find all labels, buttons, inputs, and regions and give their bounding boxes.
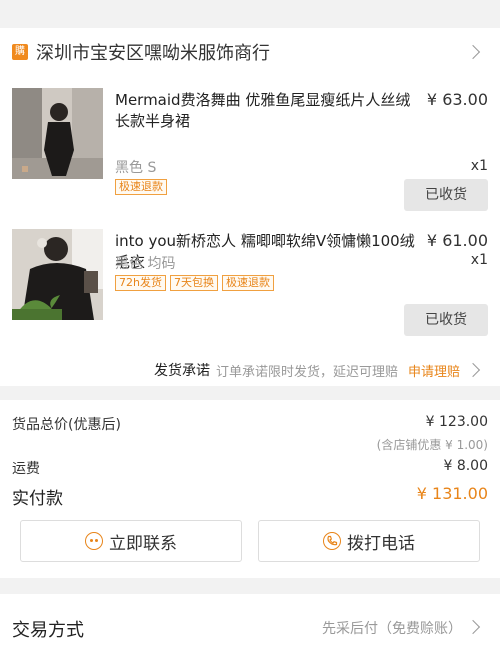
- claim-link[interactable]: 申请理赔: [408, 361, 460, 380]
- item-spec: 黑色 均码: [115, 256, 176, 272]
- payment-summary-card: 货品总价(优惠后) ¥ 123.00 (含店铺优惠 ¥ 1.00) 运费 ¥ 8…: [0, 400, 500, 578]
- item-quantity: x1: [470, 158, 488, 174]
- chevron-right-icon[interactable]: [465, 362, 481, 378]
- tag-badge: 7天包换: [169, 275, 218, 291]
- trade-method-label: 交易方式: [12, 620, 84, 641]
- item-spec: 黑色 S: [115, 160, 157, 176]
- shop-name[interactable]: 深圳市宝安区嘿呦米服饰商行: [36, 39, 270, 65]
- shipping-label: 运费: [12, 461, 40, 477]
- item-price: ¥ 61.00: [426, 231, 488, 250]
- contact-button[interactable]: 立即联系: [20, 520, 242, 562]
- shipping-value: ¥ 8.00: [443, 458, 488, 474]
- received-status-button[interactable]: 已收货: [404, 304, 488, 336]
- goods-total-value: ¥ 123.00: [425, 414, 488, 430]
- goods-total-label: 货品总价(优惠后): [12, 417, 121, 433]
- shop-header[interactable]: 購 深圳市宝安区嘿呦米服饰商行: [0, 28, 500, 76]
- chevron-right-icon[interactable]: [465, 619, 481, 635]
- paid-row: 实付款 ¥ 131.00: [12, 484, 488, 509]
- product-image[interactable]: [12, 88, 103, 179]
- tag-badge: 72h发货: [115, 275, 166, 291]
- call-button[interactable]: 拨打电话: [258, 520, 480, 562]
- phone-icon: [323, 532, 341, 550]
- goods-total-row: 货品总价(优惠后) ¥ 123.00: [12, 414, 488, 434]
- chat-icon: [85, 532, 103, 550]
- paid-value: ¥ 131.00: [416, 484, 488, 503]
- promise-text: 订单承诺限时发货，延迟可理赔: [215, 364, 398, 380]
- item-tags: 72h发货 7天包换 极速退款: [115, 275, 274, 291]
- item-tags: 极速退款: [115, 179, 167, 195]
- trade-method-value: 先采后付（免费赊账）: [322, 621, 462, 637]
- call-label: 拨打电话: [347, 533, 415, 554]
- item-quantity: x1: [470, 252, 488, 268]
- shop-order-card: 購 深圳市宝安区嘿呦米服饰商行 Mermaid费洛舞曲 优雅鱼尾显瘦纸片人丝绒长…: [0, 28, 500, 386]
- shipping-row: 运费 ¥ 8.00: [12, 458, 488, 478]
- item-title[interactable]: Mermaid费洛舞曲 优雅鱼尾显瘦纸片人丝绒长款半身裙: [115, 90, 425, 132]
- product-image[interactable]: [12, 229, 103, 320]
- shop-icon: 購: [12, 44, 28, 60]
- promise-title: 发货承诺: [153, 363, 210, 379]
- item-price: ¥ 63.00: [426, 90, 488, 109]
- delivery-promise-row[interactable]: 发货承诺 订单承诺限时发货，延迟可理赔 申请理赔: [0, 354, 500, 386]
- paid-label: 实付款: [12, 489, 63, 509]
- received-status-button[interactable]: 已收货: [404, 179, 488, 211]
- trade-method-row[interactable]: 交易方式 先采后付（免费赊账）: [0, 594, 500, 667]
- chevron-right-icon[interactable]: [465, 44, 481, 60]
- discount-note: (含店铺优惠 ¥ 1.00): [376, 438, 488, 452]
- tag-badge: 极速退款: [115, 179, 167, 195]
- discount-row: (含店铺优惠 ¥ 1.00): [12, 436, 488, 454]
- contact-label: 立即联系: [109, 533, 177, 554]
- tag-badge: 极速退款: [221, 275, 274, 291]
